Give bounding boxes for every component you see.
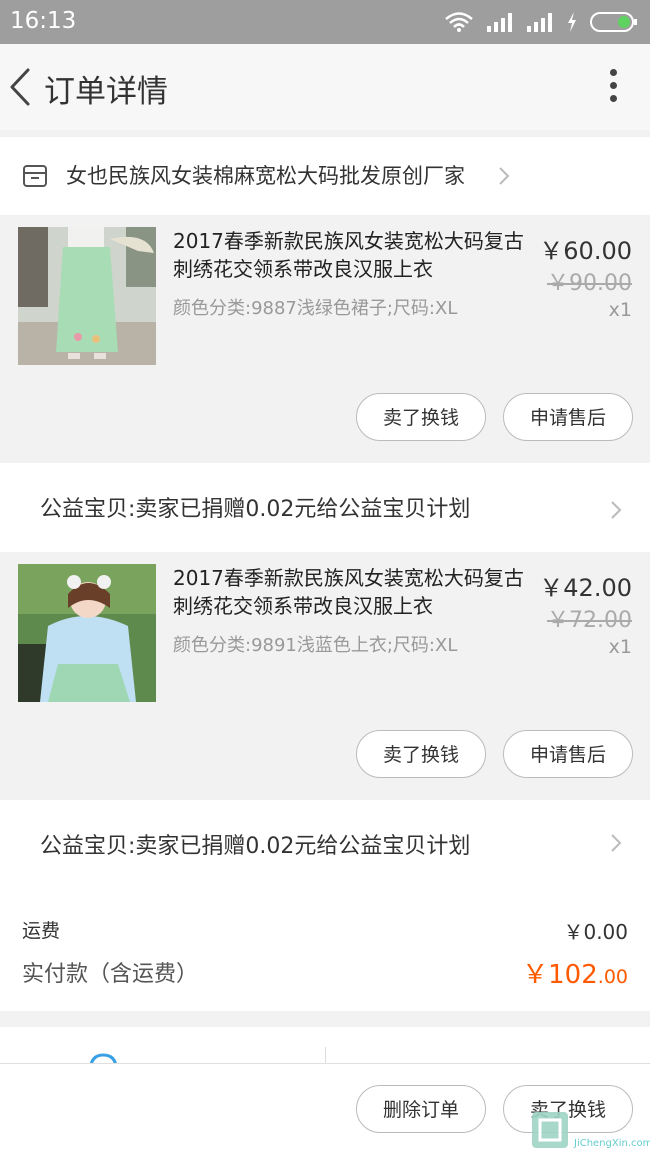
product-original-price: ￥90.00 xyxy=(547,271,632,296)
chevron-right-icon xyxy=(611,501,622,519)
product-quantity: x1 xyxy=(608,299,632,321)
charity-text: 公益宝贝:卖家已捐赠0.02元给公益宝贝计划 xyxy=(40,497,471,522)
shipping-label: 运费 xyxy=(22,920,61,942)
paid-label: 实付款（含运费） xyxy=(22,962,199,987)
product-image[interactable] xyxy=(18,564,156,702)
shop-row[interactable]: 女也民族风女装棉麻宽松大码批发原创厂家 xyxy=(0,137,650,215)
product-name[interactable]: 2017春季新款民族风女装宽松大码复古刺绣花交领系带改良汉服上衣 xyxy=(173,564,528,620)
order-item: 2017春季新款民族风女装宽松大码复古刺绣花交领系带改良汉服上衣 颜色分类:98… xyxy=(0,552,650,800)
product-quantity: x1 xyxy=(608,636,632,658)
delete-order-button[interactable]: 删除订单 xyxy=(356,1085,486,1133)
charging-icon xyxy=(568,12,576,32)
product-name[interactable]: 2017春季新款民族风女装宽松大码复古刺绣花交领系带改良汉服上衣 xyxy=(173,227,528,283)
charity-row[interactable]: 公益宝贝:卖家已捐赠0.02元给公益宝贝计划 xyxy=(0,800,650,890)
product-price: ￥42.00 xyxy=(539,574,632,602)
watermark-logo: JiChengXin.com xyxy=(530,1108,650,1152)
paid-value-main: ￥102 xyxy=(522,960,598,990)
order-summary: 运费 ￥0.00 实付款（含运费） ￥102.00 xyxy=(0,888,650,1011)
product-original-price: ￥72.00 xyxy=(547,608,632,633)
chevron-right-icon xyxy=(611,834,622,852)
shipping-value: ￥0.00 xyxy=(563,920,628,944)
store-icon xyxy=(23,165,47,187)
status-icons xyxy=(444,10,638,34)
after-sales-button[interactable]: 申请售后 xyxy=(503,730,633,778)
page-title: 订单详情 xyxy=(44,74,168,110)
chevron-right-icon xyxy=(499,167,510,185)
chevron-left-icon[interactable] xyxy=(6,66,36,108)
wifi-icon xyxy=(445,12,473,32)
paid-value: ￥102.00 xyxy=(522,954,628,991)
product-price: ￥60.00 xyxy=(539,237,632,265)
watermark-text: JiChengXin.com xyxy=(574,1138,650,1149)
after-sales-button[interactable]: 申请售后 xyxy=(503,393,633,441)
sell-for-cash-button[interactable]: 卖了换钱 xyxy=(356,393,486,441)
paid-value-cents: .00 xyxy=(597,966,628,988)
signal-icon xyxy=(487,13,512,32)
sell-for-cash-button[interactable]: 卖了换钱 xyxy=(356,730,486,778)
product-image[interactable] xyxy=(18,227,156,365)
app-header: 订单详情 xyxy=(0,44,650,130)
charity-row[interactable]: 公益宝贝:卖家已捐赠0.02元给公益宝贝计划 xyxy=(0,463,650,553)
contact-row xyxy=(0,1027,650,1067)
product-spec: 颜色分类:9891浅蓝色上衣;尺码:XL xyxy=(173,635,458,656)
product-spec: 颜色分类:9887浅绿色裙子;尺码:XL xyxy=(173,298,458,319)
status-time: 16:13 xyxy=(10,8,77,34)
order-item: 2017春季新款民族风女装宽松大码复古刺绣花交领系带改良汉服上衣 颜色分类:98… xyxy=(0,215,650,463)
bottom-action-bar: 删除订单 卖了换钱 JiChengXin.com xyxy=(0,1063,650,1156)
more-vertical-icon[interactable] xyxy=(606,69,620,109)
signal-icon xyxy=(527,13,552,32)
shop-name: 女也民族风女装棉麻宽松大码批发原创厂家 xyxy=(66,164,465,188)
charity-text: 公益宝贝:卖家已捐赠0.02元给公益宝贝计划 xyxy=(40,834,471,859)
status-bar: 16:13 xyxy=(0,0,650,44)
battery-icon xyxy=(590,12,637,32)
